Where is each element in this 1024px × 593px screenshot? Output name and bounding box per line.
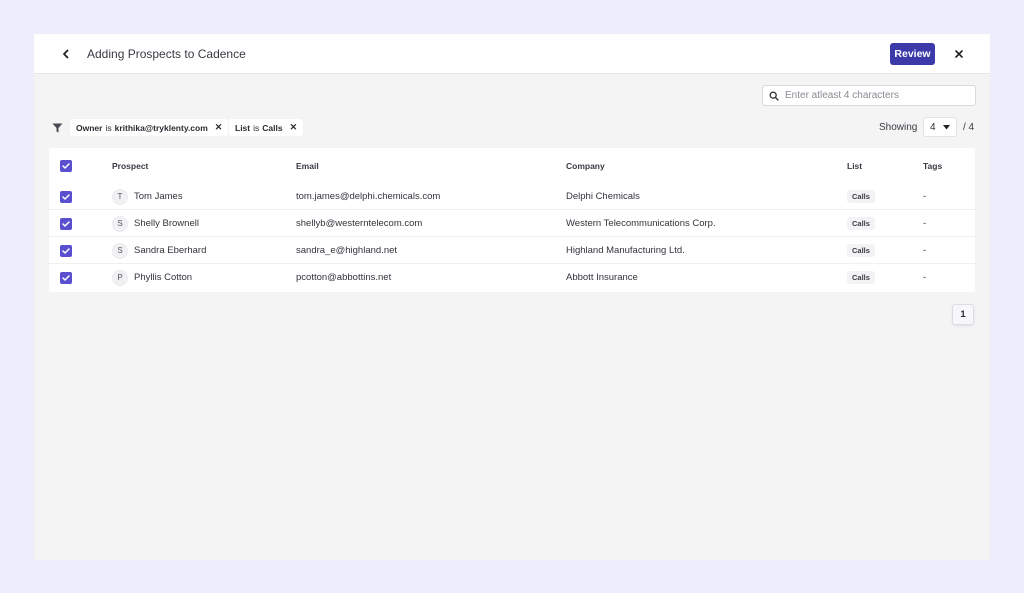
back-button[interactable] [58,46,74,62]
prospect-tags: - [923,191,927,202]
column-header-email[interactable]: Email [296,152,319,179]
prospect-email: tom.james@delphi.chemicals.com [296,191,441,202]
page-size-select[interactable]: 4 [923,117,957,137]
filter-key: Owner [76,122,103,133]
avatar: S [112,215,128,232]
prospect-email: pcotton@abbottins.net [296,272,392,283]
prospect-email: sandra_e@highland.net [296,245,398,256]
filter-chip-list: List is Calls ✕ [229,119,304,136]
column-header-list[interactable]: List [847,152,862,179]
search-box[interactable] [762,85,976,106]
row-checkbox[interactable] [60,271,72,284]
table-row[interactable]: T Tom James tom.james@delphi.chemicals.c… [49,183,975,210]
caret-down-icon [943,124,950,129]
avatar: P [112,269,128,286]
row-checkbox[interactable] [60,244,72,257]
table-row[interactable]: S Sandra Eberhard sandra_e@highland.net … [49,237,975,264]
prospect-name[interactable]: Sandra Eberhard [134,245,206,256]
prospect-name[interactable]: Tom James [134,191,183,202]
select-all-checkbox[interactable] [60,159,72,172]
prospect-email: shellyb@westerntelecom.com [296,218,423,229]
showing-label: Showing [879,122,918,133]
page-button-1[interactable]: 1 [952,304,974,325]
filter-chip-owner: Owner is krithika@tryklenty.com ✕ [70,119,229,136]
prospect-name[interactable]: Phyllis Cotton [134,272,192,283]
column-header-prospect[interactable]: Prospect [112,152,148,179]
review-button[interactable]: Review [890,43,935,65]
prospect-name[interactable]: Shelly Brownell [134,218,199,229]
filter-operator: is [253,122,260,133]
total-count: / 4 [963,122,975,133]
check-icon [62,247,70,254]
row-checkbox[interactable] [60,190,72,203]
prospect-tags: - [923,245,927,256]
page-title: Adding Prospects to Cadence [87,47,246,61]
search-input[interactable] [785,90,965,101]
modal-window: Adding Prospects to Cadence Review Owner… [34,34,990,560]
prospect-tags: - [923,272,927,283]
prospect-company: Abbott Insurance [566,272,638,283]
close-icon [955,50,963,58]
column-header-tags[interactable]: Tags [923,152,942,179]
page-size-value: 4 [930,121,936,133]
remove-filter-button[interactable]: ✕ [215,122,223,133]
prospect-tags: - [923,218,927,229]
prospect-company: Delphi Chemicals [566,191,640,202]
header-bar: Adding Prospects to Cadence Review [34,34,990,74]
avatar: S [112,242,128,259]
table-row[interactable]: P Phyllis Cotton pcotton@abbottins.net A… [49,264,975,291]
filter-value: krithika@tryklenty.com [114,122,208,133]
avatar: T [112,188,128,205]
list-badge: Calls [847,190,875,203]
prospect-company: Western Telecommunications Corp. [566,218,716,229]
prospects-table: Prospect Email Company List Tags T Tom J… [49,148,975,292]
filter-value: Calls [262,122,283,133]
filter-icon [52,123,62,133]
check-icon [62,274,70,281]
close-button[interactable] [951,46,967,62]
check-icon [62,162,70,169]
list-badge: Calls [847,271,875,284]
table-header-row: Prospect Email Company List Tags [49,152,975,179]
prospect-company: Highland Manufacturing Ltd. [566,245,685,256]
filter-button[interactable] [49,121,65,135]
list-badge: Calls [847,217,875,230]
list-badge: Calls [847,244,875,257]
column-header-company[interactable]: Company [566,152,605,179]
filter-key: List [235,122,251,133]
check-icon [62,220,70,227]
filter-operator: is [105,122,112,133]
remove-filter-button[interactable]: ✕ [290,122,298,133]
chevron-left-icon [63,49,69,59]
table-row[interactable]: S Shelly Brownell shellyb@westerntelecom… [49,210,975,237]
row-checkbox[interactable] [60,217,72,230]
check-icon [62,193,70,200]
search-icon [769,91,779,101]
